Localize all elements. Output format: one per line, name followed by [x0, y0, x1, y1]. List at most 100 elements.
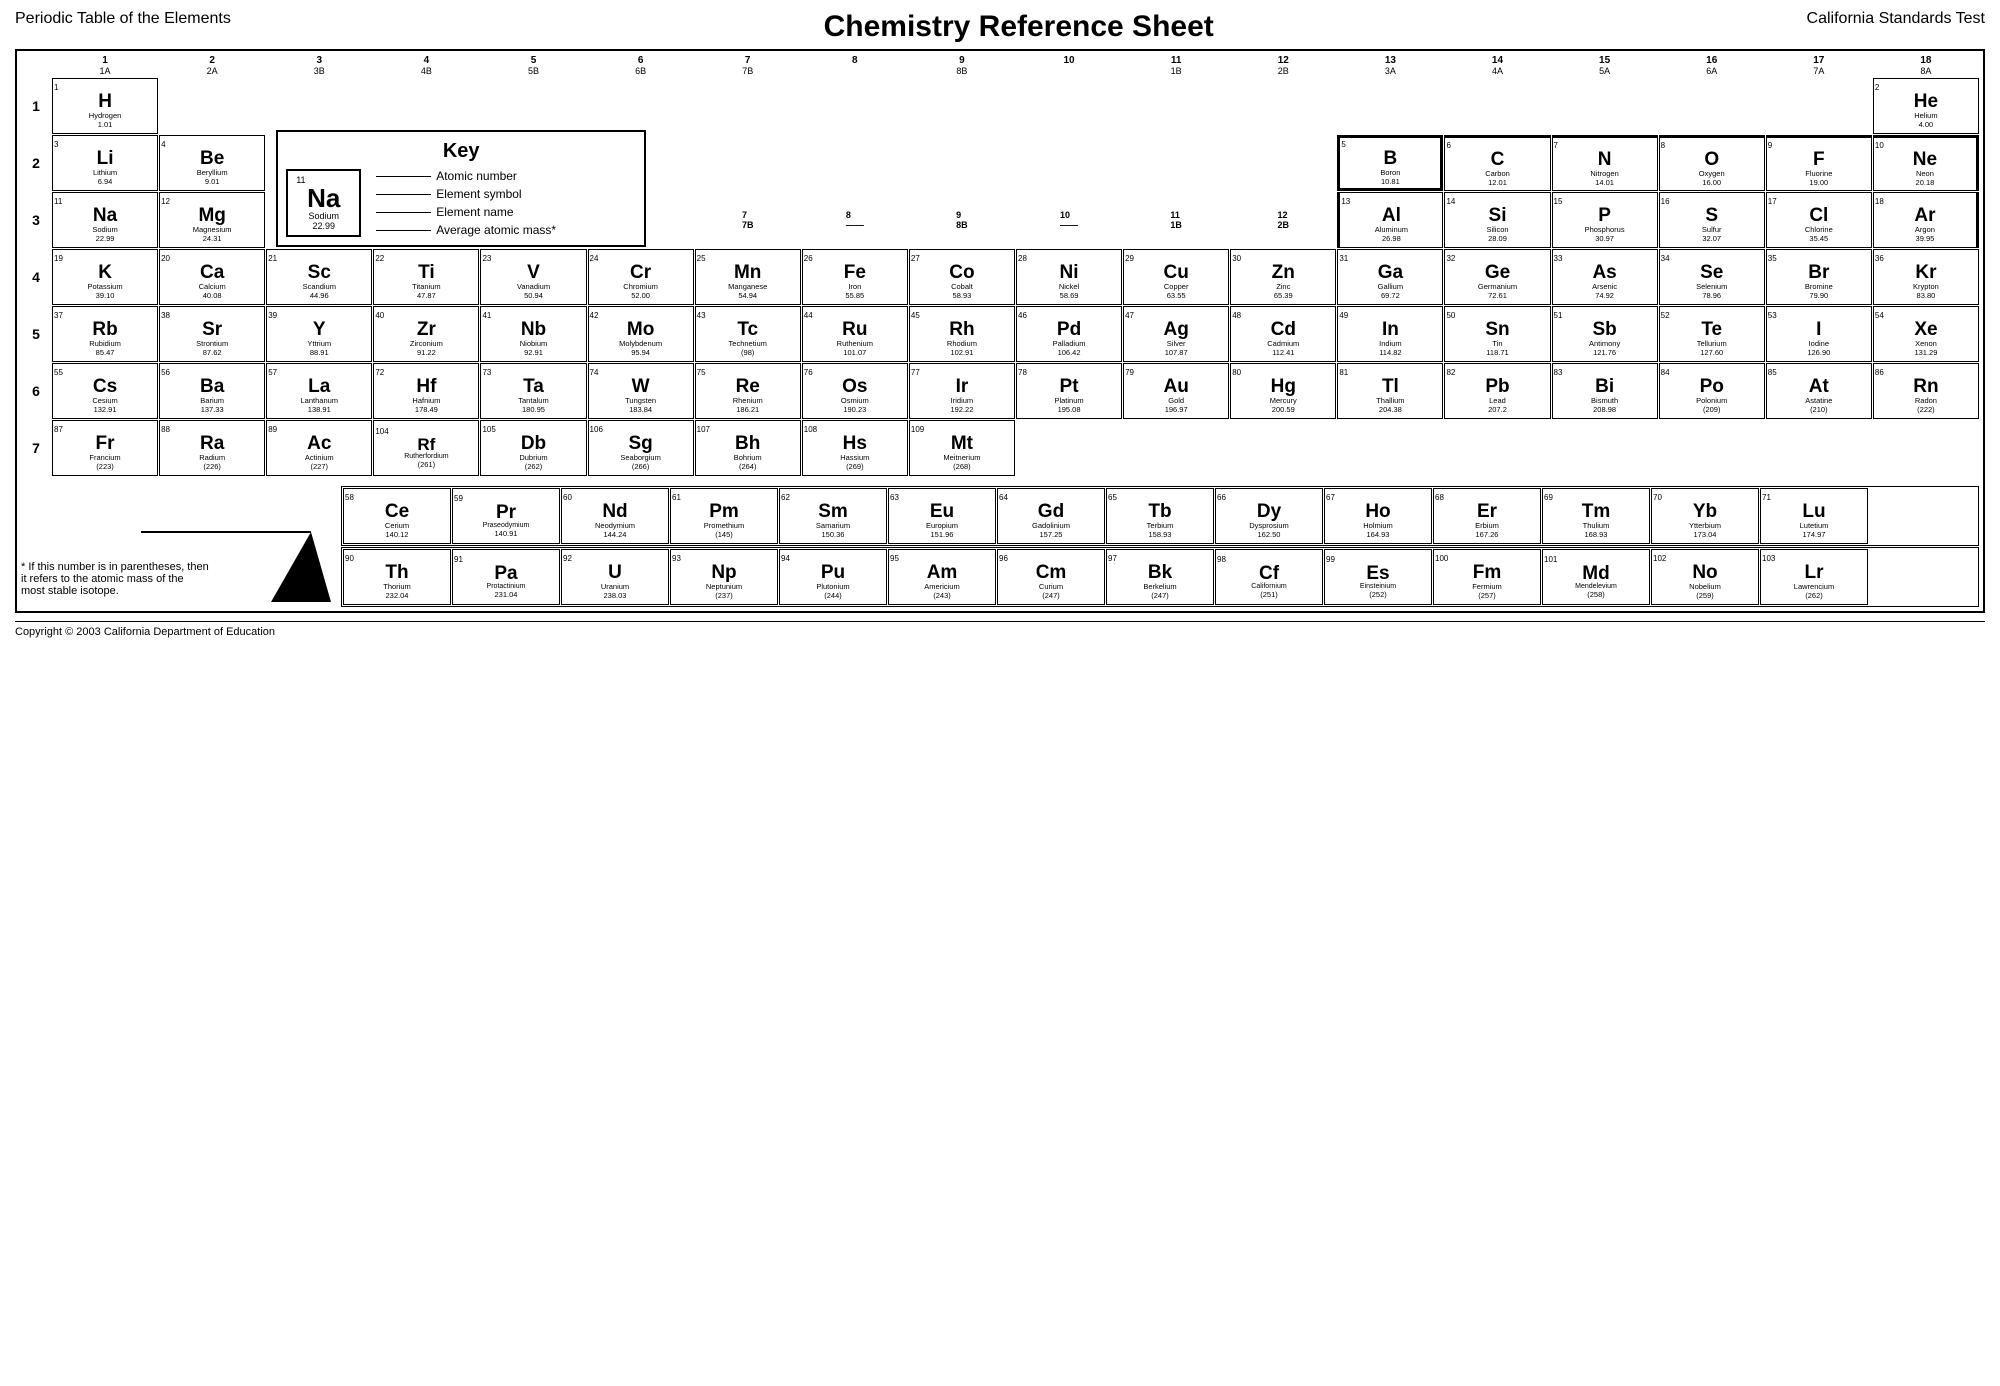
element-Ru: 44 Ru Ruthenium 101.07 [802, 306, 908, 362]
element-Pa: 91 Pa Protactinium 231.04 [452, 549, 560, 605]
element-Rf: 104 Rf Rutherfordium (261) [373, 420, 479, 476]
element-Tb: 65 Tb Terbium 158.93 [1106, 488, 1214, 544]
element-Th: 90 Th Thorium 232.04 [343, 549, 451, 605]
element-Lu: 71 Lu Lutetium 174.97 [1760, 488, 1868, 544]
element-S: 16 S Sulfur 32.07 [1659, 192, 1765, 248]
group-18-header: 188A [1873, 55, 1979, 77]
element-Yb: 70 Yb Ytterbium 173.04 [1651, 488, 1759, 544]
element-Ag: 47 Ag Silver 107.87 [1123, 306, 1229, 362]
element-H: 1 H Hydrogen 1.01 [52, 78, 158, 134]
element-Si: 14 Si Silicon 28.09 [1444, 192, 1550, 248]
row-3-label: 3 [21, 192, 51, 248]
element-Rn: 86 Rn Radon (222) [1873, 363, 1979, 419]
element-Rb: 37 Rb Rubidium 85.47 [52, 306, 158, 362]
element-Es: 99 Es Einsteinium (252) [1324, 549, 1432, 605]
element-Ir: 77 Ir Iridium 192.22 [909, 363, 1015, 419]
group-9-header: 98B [909, 55, 1015, 77]
element-La: 57 La Lanthanum 138.91 [266, 363, 372, 419]
element-Cd: 48 Cd Cadmium 112.41 [1230, 306, 1336, 362]
element-Cm: 96 Cm Curium (247) [997, 549, 1105, 605]
element-Pm: 61 Pm Promethium (145) [670, 488, 778, 544]
element-Au: 79 Au Gold 196.97 [1123, 363, 1229, 419]
center-header: Chemistry Reference Sheet [824, 10, 1214, 44]
group-3-header: 33B [266, 55, 372, 77]
element-Y: 39 Y Yttrium 88.91 [266, 306, 372, 362]
copyright-text: Copyright © 2003 California Department o… [15, 621, 1985, 638]
element-Pb: 82 Pb Lead 207.2 [1444, 363, 1550, 419]
group-10-header: 10 [1016, 55, 1122, 77]
element-Te: 52 Te Tellurium 127.60 [1659, 306, 1765, 362]
element-Ac: 89 Ac Actinium (227) [266, 420, 372, 476]
element-Ar: 18 Ar Argon 39.95 [1873, 192, 1979, 248]
element-U: 92 U Uranium 238.03 [561, 549, 669, 605]
group-6-header: 66B [588, 55, 694, 77]
element-Ba: 56 Ba Barium 137.33 [159, 363, 265, 419]
element-Fm: 100 Fm Fermium (257) [1433, 549, 1541, 605]
group-13-header: 133A [1337, 55, 1443, 77]
element-No: 102 No Nobelium (259) [1651, 549, 1759, 605]
group-15-header: 155A [1552, 55, 1658, 77]
element-I: 53 I Iodine 126.90 [1766, 306, 1872, 362]
group-12-header: 122B [1230, 55, 1336, 77]
element-Sc: 21 Sc Scandium 44.96 [266, 249, 372, 305]
group-5-header: 55B [480, 55, 586, 77]
group-16-header: 166A [1659, 55, 1765, 77]
element-B: 5 B Boron 10.81 [1337, 135, 1443, 191]
element-Mn: 25 Mn Manganese 54.94 [695, 249, 801, 305]
element-V: 23 V Vanadium 50.94 [480, 249, 586, 305]
group-8-header: 8 [802, 55, 908, 77]
element-Md: 101 Md Mendelevium (258) [1542, 549, 1650, 605]
element-Hs: 108 Hs Hassium (269) [802, 420, 908, 476]
row-5-label: 5 [21, 306, 51, 362]
element-Eu: 63 Eu Europium 151.96 [888, 488, 996, 544]
element-Ta: 73 Ta Tantalum 180.95 [480, 363, 586, 419]
element-Am: 95 Am Americium (243) [888, 549, 996, 605]
element-Zn: 30 Zn Zinc 65.39 [1230, 249, 1336, 305]
element-Lr: 103 Lr Lawrencium (262) [1760, 549, 1868, 605]
group-11-header: 111B [1123, 55, 1229, 77]
element-Na: 11 Na Sodium 22.99 [52, 192, 158, 248]
right-header: California Standards Test [1807, 10, 1985, 28]
element-Ti: 22 Ti Titanium 47.87 [373, 249, 479, 305]
element-Se: 34 Se Selenium 78.96 [1659, 249, 1765, 305]
element-Rh: 45 Rh Rhodium 102.91 [909, 306, 1015, 362]
element-Ni: 28 Ni Nickel 58.69 [1016, 249, 1122, 305]
element-Ga: 31 Ga Gallium 69.72 [1337, 249, 1443, 305]
element-Pt: 78 Pt Platinum 195.08 [1016, 363, 1122, 419]
element-At: 85 At Astatine (210) [1766, 363, 1872, 419]
element-Tc: 43 Tc Technetium (98) [695, 306, 801, 362]
element-Pu: 94 Pu Plutonium (244) [779, 549, 887, 605]
element-Li: 3 Li Lithium 6.94 [52, 135, 158, 191]
element-Fe: 26 Fe Iron 55.85 [802, 249, 908, 305]
element-Ce: 58 Ce Cerium 140.12 [343, 488, 451, 544]
element-Nb: 41 Nb Niobium 92.91 [480, 306, 586, 362]
element-C: 6 C Carbon 12.01 [1444, 135, 1550, 191]
element-As: 33 As Arsenic 74.92 [1552, 249, 1658, 305]
group-7-header: 77B [695, 55, 801, 77]
element-Ca: 20 Ca Calcium 40.08 [159, 249, 265, 305]
element-Cf: 98 Cf Californium (251) [1215, 549, 1323, 605]
element-O: 8 O Oxygen 16.00 [1659, 135, 1765, 191]
element-Zr: 40 Zr Zirconium 91.22 [373, 306, 479, 362]
element-Bi: 83 Bi Bismuth 208.98 [1552, 363, 1658, 419]
element-Be: 4 Be Beryllium 9.01 [159, 135, 265, 191]
element-Gd: 64 Gd Gadolinium 157.25 [997, 488, 1105, 544]
element-Mg: 12 Mg Magnesium 24.31 [159, 192, 265, 248]
element-P: 15 P Phosphorus 30.97 [1552, 192, 1658, 248]
group-1-header: 11A [52, 55, 158, 77]
element-Ra: 88 Ra Radium (226) [159, 420, 265, 476]
element-Ho: 67 Ho Holmium 164.93 [1324, 488, 1432, 544]
element-Hf: 72 Hf Hafnium 178.49 [373, 363, 479, 419]
periodic-table: 11A 22A 33B 44B 55B 66B 77B 8 98B 10 111… [15, 49, 1985, 613]
element-Xe: 54 Xe Xenon 131.29 [1873, 306, 1979, 362]
left-header: Periodic Table of the Elements [15, 10, 231, 28]
group-14-header: 144A [1444, 55, 1550, 77]
group-2-header: 22A [159, 55, 265, 77]
row-1-label: 1 [21, 78, 51, 134]
element-Ge: 32 Ge Germanium 72.61 [1444, 249, 1550, 305]
element-F: 9 F Fluorine 19.00 [1766, 135, 1872, 191]
element-In: 49 In Indium 114.82 [1337, 306, 1443, 362]
element-Cs: 55 Cs Cesium 132.91 [52, 363, 158, 419]
element-Po: 84 Po Polonium (209) [1659, 363, 1765, 419]
element-Sb: 51 Sb Antimony 121.76 [1552, 306, 1658, 362]
